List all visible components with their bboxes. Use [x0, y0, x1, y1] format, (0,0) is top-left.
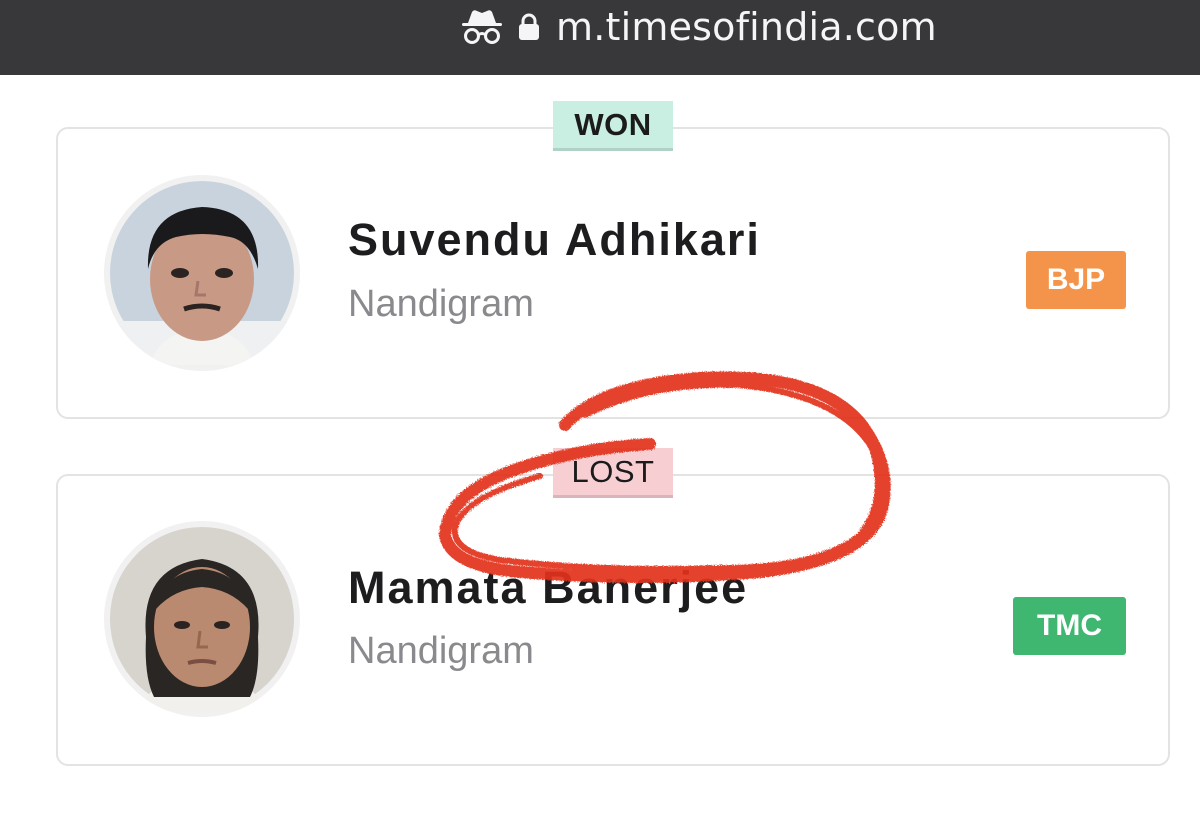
avatar-mamata-banerjee: [104, 521, 300, 717]
constituency-label: Nandigram: [348, 630, 534, 672]
lock-icon: [519, 13, 539, 40]
party-badge-tmc: TMC: [1013, 597, 1126, 655]
browser-address-bar: m.timesofindia.com: [0, 0, 1200, 75]
candidate-name: Suvendu Adhikari: [348, 214, 761, 265]
url-text: m.timesofindia.com: [556, 5, 937, 49]
status-badge-won: WON: [553, 101, 673, 151]
portrait-photo: [110, 181, 294, 365]
avatar-suvendu-adhikari: [104, 175, 300, 371]
constituency-label: Nandigram: [348, 283, 534, 325]
url-display[interactable]: m.timesofindia.com: [460, 5, 937, 49]
status-badge-lost: LOST: [553, 448, 673, 498]
portrait-photo: [110, 527, 294, 711]
incognito-icon: [462, 10, 502, 44]
party-badge-bjp: BJP: [1026, 251, 1126, 309]
candidate-name: Mamata Banerjee: [348, 562, 749, 613]
